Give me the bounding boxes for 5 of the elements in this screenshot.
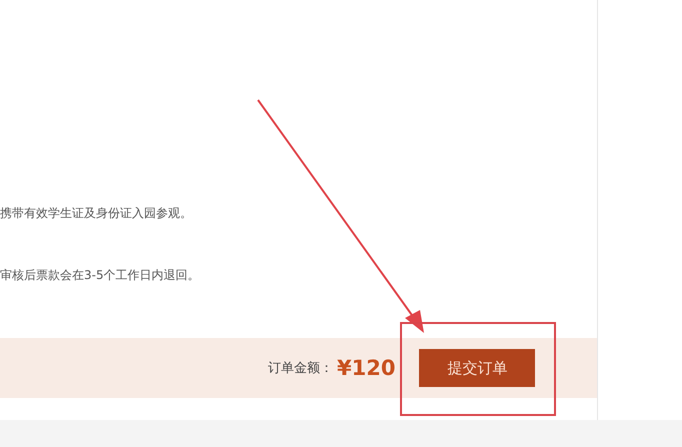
amount-label: 订单金额： <box>268 360 333 377</box>
notice-text: 审核后票款会在3-5个工作日内退回。 <box>0 267 201 284</box>
order-amount: ¥120 <box>337 356 396 380</box>
submit-order-button[interactable]: 提交订单 <box>419 349 536 387</box>
notice-text: 携带有效学生证及身份证入园参观。 <box>0 205 193 222</box>
